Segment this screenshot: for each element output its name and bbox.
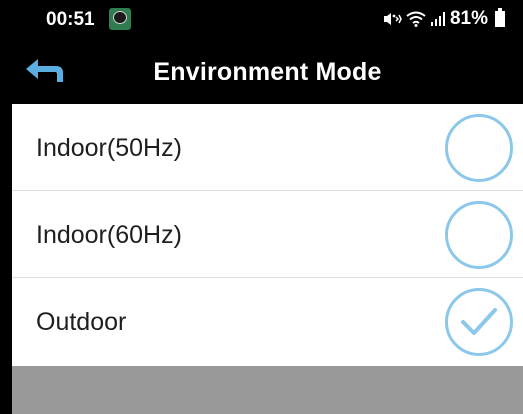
app-bar: Environment Mode: [12, 38, 523, 104]
radio-checked-icon[interactable]: [445, 288, 513, 356]
radio-unchecked-icon[interactable]: [445, 114, 513, 182]
checkmark-icon: [461, 308, 497, 335]
wifi-icon: [406, 11, 426, 27]
environment-mode-list: Indoor(50Hz) Indoor(60Hz) Outdoor: [12, 104, 523, 366]
status-time: 00:51: [46, 9, 95, 30]
radio-unchecked-icon[interactable]: [445, 201, 513, 269]
option-label: Outdoor: [36, 308, 127, 336]
signal-icon: [430, 12, 445, 26]
option-indoor-50hz[interactable]: Indoor(50Hz): [12, 104, 523, 191]
option-outdoor[interactable]: Outdoor: [12, 278, 523, 366]
app-notification-icon: [109, 8, 131, 30]
option-label: Indoor(60Hz): [36, 221, 182, 249]
page-title: Environment Mode: [153, 58, 382, 86]
battery-percent: 81%: [449, 8, 488, 29]
status-icons: 81%: [382, 8, 505, 30]
battery-icon: [495, 8, 505, 27]
footer-bar: [12, 366, 523, 414]
status-bar: 00:51 81%: [12, 0, 523, 38]
screen: 00:51 81% Environment Mode Indoor(50Hz) …: [12, 0, 523, 414]
option-label: Indoor(50Hz): [36, 134, 182, 162]
option-indoor-60hz[interactable]: Indoor(60Hz): [12, 191, 523, 278]
mute-vibrate-icon: [383, 13, 402, 25]
